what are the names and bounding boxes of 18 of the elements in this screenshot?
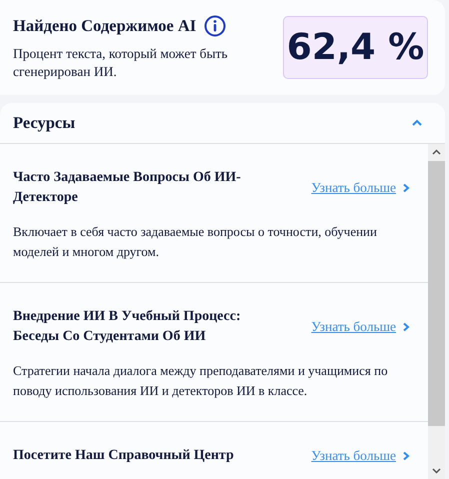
scrollbar[interactable] (428, 144, 445, 479)
resource-description: Включает в себя часто задаваемые вопросы о точности, обучении моделей и многом другом. (13, 223, 378, 261)
result-description: Процент текста, который может быть сгенерирован ИИ. (13, 44, 229, 80)
collapse-icon[interactable] (411, 119, 423, 127)
result-title: Найдено Содержимое AI (13, 16, 196, 36)
learn-more-link[interactable]: Узнать больше (311, 180, 410, 196)
learn-more-link[interactable]: Узнать больше (311, 319, 410, 335)
resource-description: Стратегии начала диалога между преподавателями и учащимися по поводу использования ИИ и детекторов ИИ в классе. (13, 362, 389, 400)
chevron-right-icon (402, 322, 410, 332)
chevron-right-icon (402, 183, 410, 193)
chevron-right-icon (402, 451, 410, 461)
info-icon[interactable] (204, 14, 226, 36)
percent-score: 62,4 % (283, 16, 428, 79)
resource-title: Внедрение ИИ В Учебный Процесс: Беседы Со Студентами Об ИИ (13, 308, 242, 346)
resources-title: Ресурсы (13, 113, 76, 133)
learn-more-link[interactable]: Узнать больше (311, 448, 410, 464)
resource-title: Часто Задаваемые Вопросы Об ИИ-Детекторе (13, 169, 242, 207)
resource-title: Посетите Наш Справочный Центр (13, 447, 235, 465)
